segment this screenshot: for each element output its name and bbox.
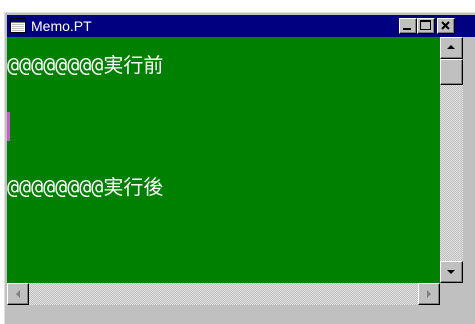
- vertical-scroll-thumb[interactable]: [440, 59, 463, 85]
- minimize-icon: [403, 28, 411, 30]
- text-caret: [7, 112, 10, 141]
- vertical-scrollbar[interactable]: [440, 37, 463, 283]
- arrow-right-icon: [427, 290, 431, 298]
- maximize-button[interactable]: [417, 18, 435, 34]
- scroll-left-button[interactable]: [7, 283, 29, 305]
- scroll-right-button[interactable]: [418, 283, 440, 305]
- close-icon: [441, 21, 450, 30]
- title-bar[interactable]: Memo.PT: [7, 15, 475, 37]
- minimize-button[interactable]: [399, 18, 417, 34]
- maximize-icon: [420, 20, 431, 30]
- text-line-after: @@@@@@@@実行後: [7, 175, 164, 199]
- arrow-down-icon: [447, 270, 455, 274]
- text-line-before: @@@@@@@@実行前: [7, 53, 164, 77]
- arrow-left-icon: [16, 290, 20, 298]
- client-area: @@@@@@@@実行前 @@@@@@@@実行後: [7, 37, 475, 324]
- notepad-window-icon[interactable]: [10, 18, 26, 33]
- scroll-up-button[interactable]: [440, 37, 463, 59]
- arrow-up-icon: [447, 45, 455, 49]
- text-editor-area[interactable]: @@@@@@@@実行前 @@@@@@@@実行後: [7, 37, 440, 283]
- horizontal-scrollbar[interactable]: [7, 283, 440, 305]
- size-grip[interactable]: [440, 283, 463, 305]
- scroll-down-button[interactable]: [440, 261, 463, 283]
- close-button[interactable]: [437, 18, 455, 34]
- memo-window: Memo.PT @@@@@@@@実行前 @@@@@@@@実行後: [4, 12, 475, 324]
- window-title: Memo.PT: [31, 18, 92, 34]
